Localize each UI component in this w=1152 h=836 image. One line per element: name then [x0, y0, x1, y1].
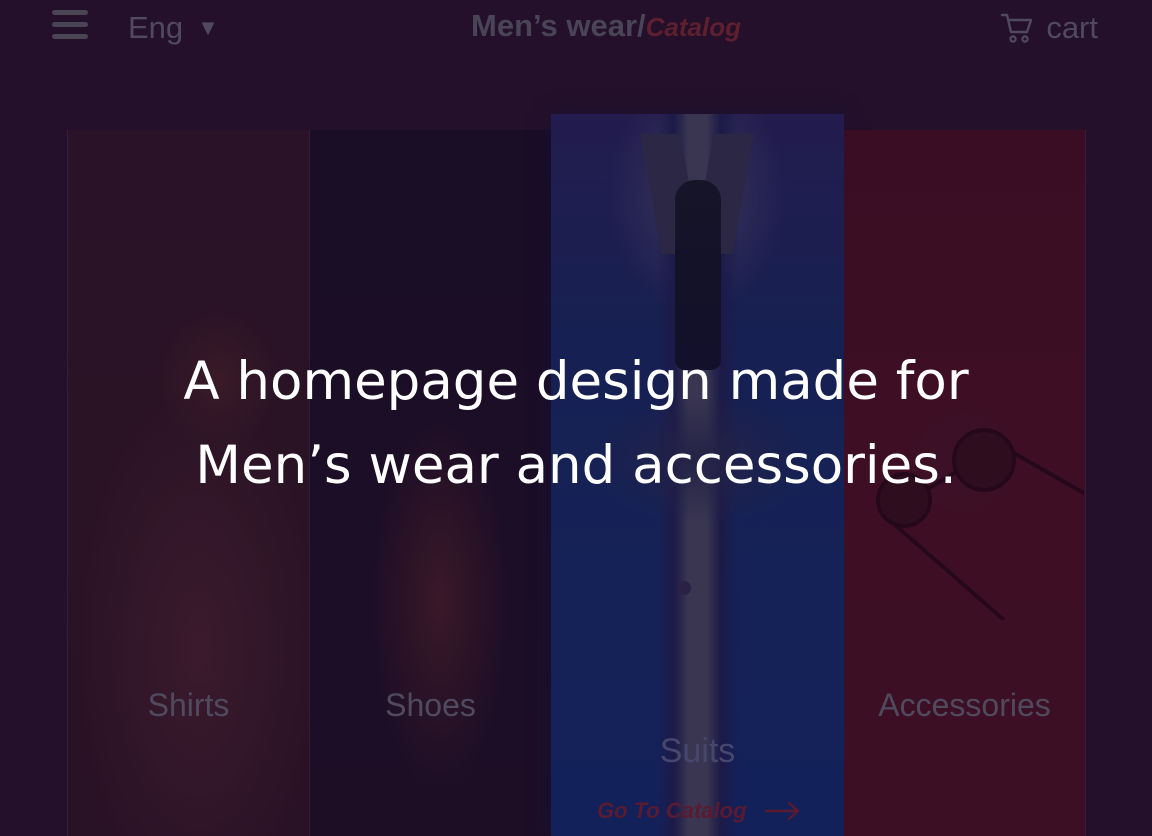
- page-title: Men’s wear/Catalog: [0, 8, 1152, 44]
- cart-icon: [1001, 13, 1033, 43]
- category-label-accessories: Accessories: [878, 687, 1051, 723]
- category-label-suits: Suits: [659, 732, 736, 770]
- arrow-right-icon: [764, 801, 799, 821]
- hero-line-1: A homepage design made for: [183, 351, 969, 412]
- hero-line-2: Men’s wear and accessories.: [195, 435, 957, 496]
- brand-title: Men’s wear/: [471, 8, 646, 43]
- go-to-catalog-link[interactable]: Go To Catalog: [597, 798, 801, 824]
- suit-button-shape: [677, 581, 691, 595]
- hero-headline: A homepage design made for Men’s wear an…: [0, 340, 1152, 508]
- go-to-catalog-label: Go To Catalog: [597, 798, 747, 823]
- brand-subtitle: Catalog: [645, 12, 741, 42]
- category-label-shoes: Shoes: [385, 687, 476, 723]
- cart-button[interactable]: cart: [1000, 8, 1098, 48]
- cart-label: cart: [1046, 10, 1098, 45]
- top-bar: Eng ▼ Men’s wear/Catalog cart: [0, 0, 1152, 60]
- category-label-shirts: Shirts: [147, 687, 230, 723]
